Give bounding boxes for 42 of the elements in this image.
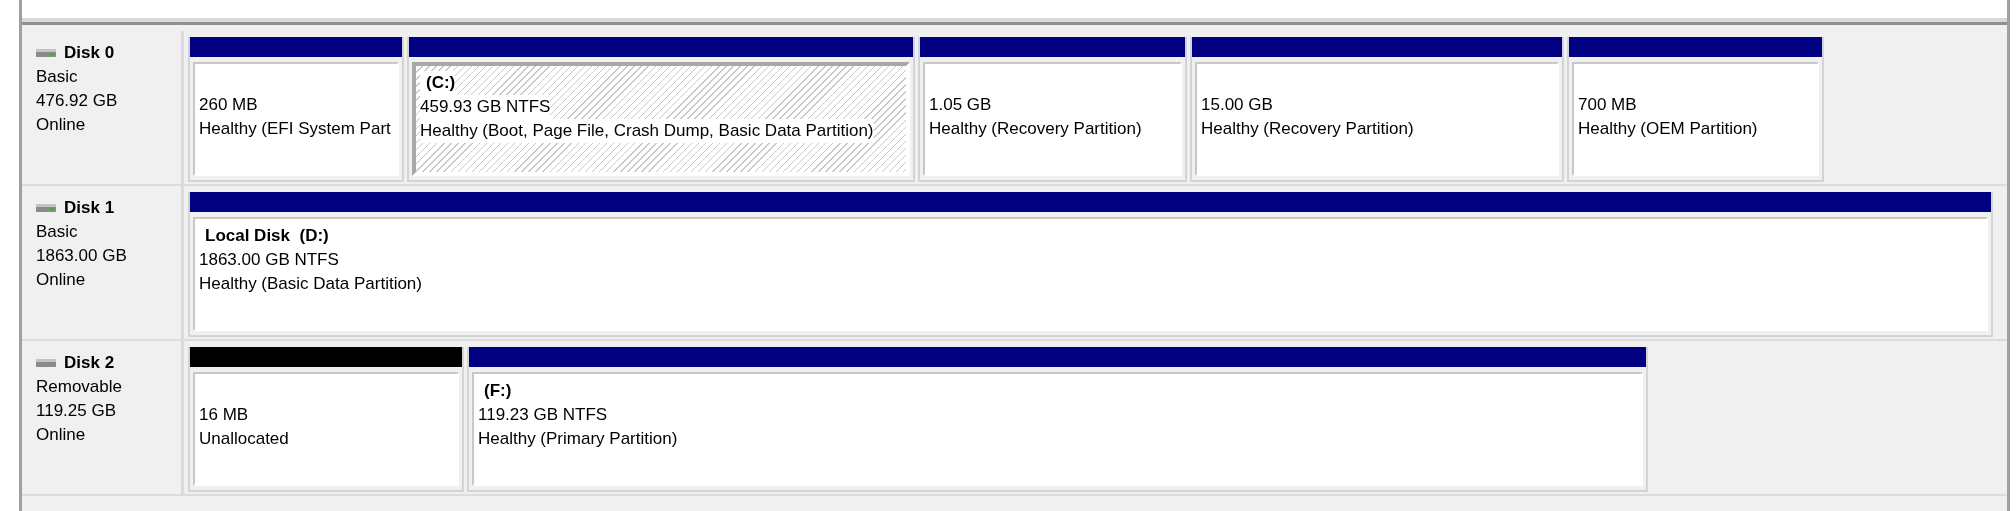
disk-status: Online — [36, 269, 87, 291]
disk-type: Basic — [36, 66, 79, 88]
partition-size: 119.23 GB NTFS — [478, 404, 608, 426]
disk-size: 476.92 GB — [36, 90, 119, 112]
partition-block[interactable]: 15.00 GB Healthy (Recovery Partition) — [1195, 62, 1559, 176]
partition-size: 1863.00 GB NTFS — [199, 249, 339, 271]
partition-size: 700 MB — [1578, 94, 1637, 116]
partition-status: Healthy (Recovery Partition) — [1201, 118, 1414, 140]
drive-icon — [36, 358, 56, 368]
disk-size: 119.25 GB — [36, 400, 118, 422]
partition-block[interactable]: (C:) 459.93 GB NTFS Healthy (Boot, Page File, Crash Dump, Basic Data Partition) — [412, 62, 910, 176]
volume-label: (F:) — [483, 380, 512, 402]
partition-size: 16 MB — [199, 404, 249, 426]
partition-size: 459.93 GB NTFS — [420, 95, 551, 119]
disk-status: Online — [36, 114, 87, 136]
partition-status: Healthy (OEM Partition) — [1578, 118, 1758, 140]
disk-name: Disk 2 — [64, 352, 115, 374]
disk-type: Removable — [36, 376, 123, 398]
partition-status: Healthy (EFI System Part — [199, 118, 391, 140]
volume-label: (C:) — [420, 71, 456, 95]
partition-block[interactable]: 16 MB Unallocated — [193, 372, 459, 486]
partition-status: Healthy (Primary Partition) — [478, 428, 678, 450]
disk-size: 1863.00 GB — [36, 245, 128, 267]
partition-size: 260 MB — [199, 94, 258, 116]
drive-icon — [36, 203, 56, 213]
drive-icon — [36, 48, 56, 58]
partition-block[interactable]: 260 MB Healthy (EFI System Part — [193, 62, 399, 176]
partition-block[interactable]: 700 MB Healthy (OEM Partition) — [1572, 62, 1819, 176]
disk-status: Online — [36, 424, 87, 446]
partition-status: Unallocated — [199, 428, 289, 450]
partition-block[interactable]: 1.05 GB Healthy (Recovery Partition) — [923, 62, 1182, 176]
disk-name: Disk 0 — [64, 42, 115, 64]
disk-name: Disk 1 — [64, 197, 115, 219]
disk-type: Basic — [36, 221, 79, 243]
partition-status: Healthy (Recovery Partition) — [929, 118, 1142, 140]
partition-block[interactable]: (F:) 119.23 GB NTFS Healthy (Primary Partition) — [472, 372, 1643, 486]
volume-label: Local Disk (D:) — [204, 225, 329, 247]
partition-size: 15.00 GB — [1201, 94, 1273, 116]
partition-block[interactable]: Local Disk (D:) 1863.00 GB NTFS Healthy (Basic Data Partition) — [193, 217, 1988, 331]
partition-size: 1.05 GB — [929, 94, 992, 116]
partition-status: Healthy (Boot, Page File, Crash Dump, Basic Data Partition) — [420, 119, 874, 143]
partition-status: Healthy (Basic Data Partition) — [199, 273, 422, 295]
